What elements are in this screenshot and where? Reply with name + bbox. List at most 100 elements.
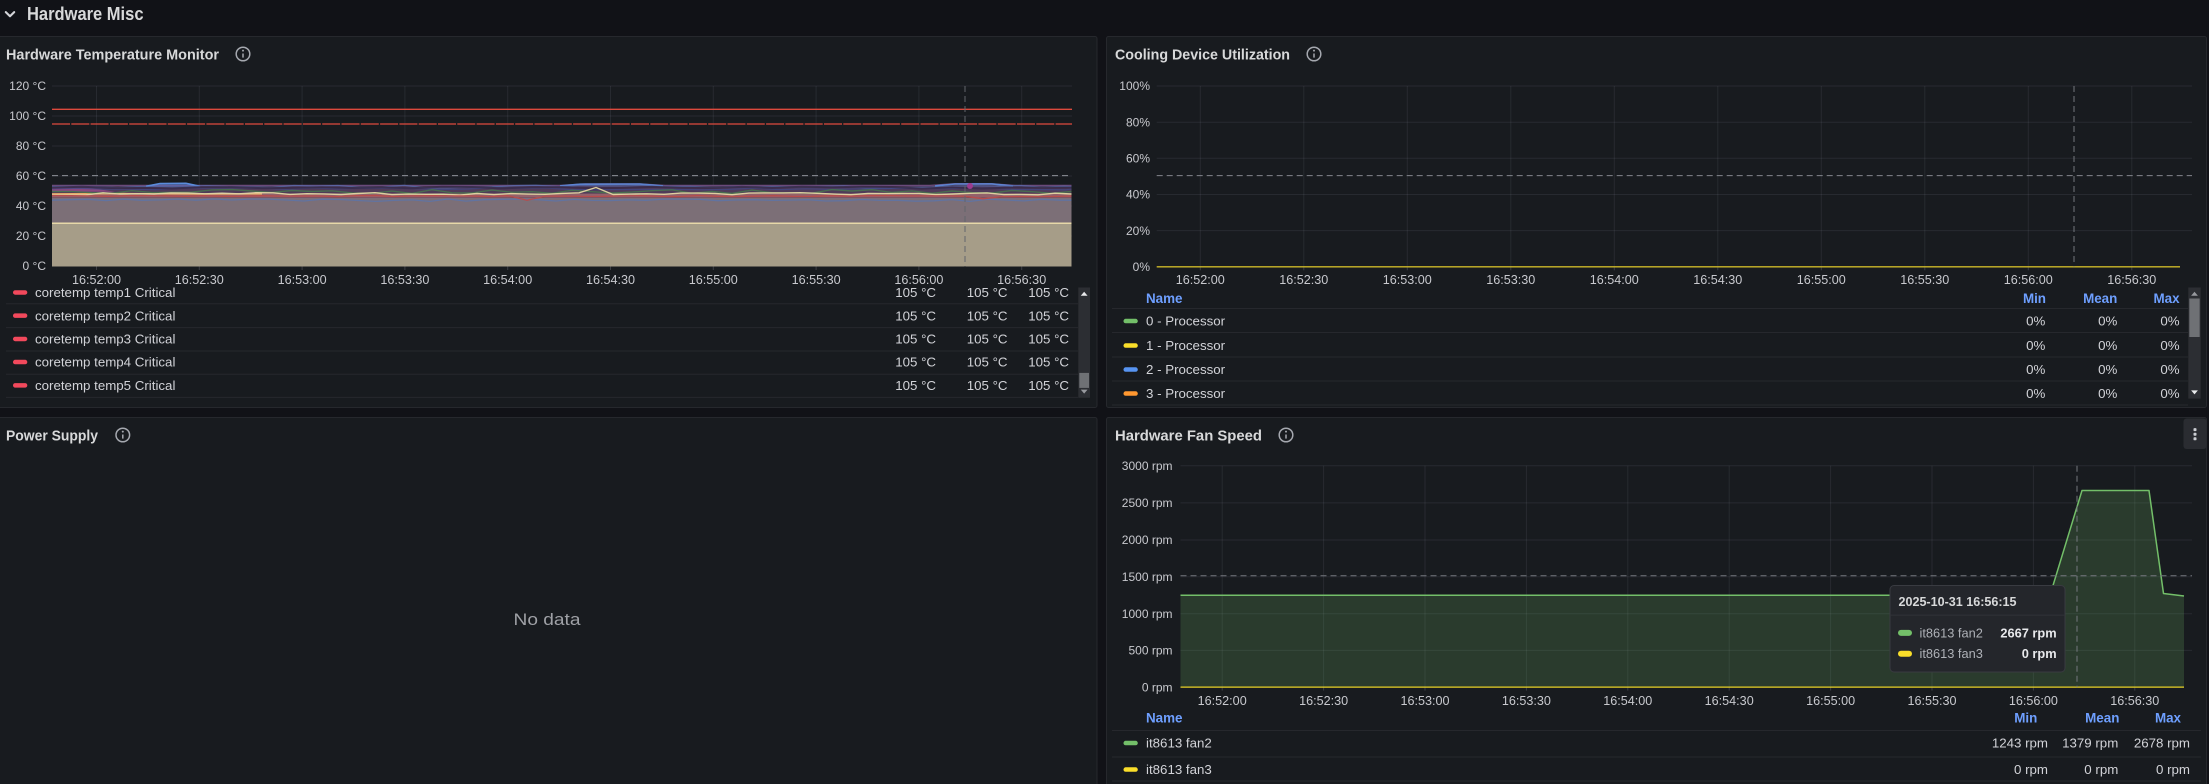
svg-text:2025-10-31 16:56:15: 2025-10-31 16:56:15: [1899, 594, 2017, 609]
svg-text:16:55:00: 16:55:00: [1806, 694, 1855, 708]
svg-text:16:55:30: 16:55:30: [792, 273, 841, 287]
svg-text:16:54:30: 16:54:30: [586, 273, 635, 287]
svg-text:Hardware Temperature Monitor: Hardware Temperature Monitor: [6, 47, 219, 64]
svg-text:16:54:30: 16:54:30: [1693, 273, 1742, 287]
svg-text:105 °C: 105 °C: [967, 355, 1008, 370]
svg-text:Hardware Misc: Hardware Misc: [27, 4, 144, 24]
svg-text:1500 rpm: 1500 rpm: [1122, 570, 1173, 584]
svg-text:16:53:30: 16:53:30: [1486, 273, 1535, 287]
svg-text:16:55:30: 16:55:30: [1900, 273, 1949, 287]
svg-text:105 °C: 105 °C: [967, 308, 1008, 323]
svg-text:coretemp temp5 Critical: coretemp temp5 Critical: [35, 378, 175, 393]
svg-text:0%: 0%: [2026, 314, 2045, 329]
svg-text:16:52:30: 16:52:30: [175, 273, 224, 287]
svg-text:coretemp temp3 Critical: coretemp temp3 Critical: [35, 332, 175, 347]
svg-text:100%: 100%: [1119, 79, 1150, 93]
svg-text:it8613 fan2: it8613 fan2: [1920, 625, 1983, 640]
svg-text:105 °C: 105 °C: [895, 355, 936, 370]
svg-text:20%: 20%: [1126, 224, 1150, 238]
svg-text:Mean: Mean: [2083, 291, 2117, 306]
svg-text:105 °C: 105 °C: [1028, 332, 1069, 347]
svg-text:16:56:30: 16:56:30: [2110, 694, 2159, 708]
svg-text:60%: 60%: [1126, 152, 1150, 166]
svg-text:16:52:00: 16:52:00: [1198, 694, 1247, 708]
svg-text:80%: 80%: [1126, 115, 1150, 129]
svg-text:105 °C: 105 °C: [967, 332, 1008, 347]
svg-text:0%: 0%: [1133, 260, 1151, 274]
svg-text:0%: 0%: [2098, 386, 2117, 401]
svg-text:Min: Min: [2014, 711, 2037, 726]
svg-text:500 rpm: 500 rpm: [1128, 644, 1172, 658]
svg-text:40 °C: 40 °C: [16, 199, 46, 213]
svg-text:105 °C: 105 °C: [1028, 355, 1069, 370]
svg-text:0 rpm: 0 rpm: [2084, 762, 2118, 777]
svg-text:16:54:00: 16:54:00: [1603, 694, 1652, 708]
svg-text:2678 rpm: 2678 rpm: [2134, 736, 2190, 751]
svg-text:Min: Min: [2023, 291, 2046, 306]
svg-text:16:53:30: 16:53:30: [1502, 694, 1551, 708]
svg-text:16:53:30: 16:53:30: [380, 273, 429, 287]
svg-text:Name: Name: [1146, 711, 1182, 726]
svg-text:3000 rpm: 3000 rpm: [1122, 459, 1173, 473]
svg-text:60 °C: 60 °C: [16, 169, 46, 183]
svg-text:20 °C: 20 °C: [16, 229, 46, 243]
svg-text:16:56:30: 16:56:30: [2107, 273, 2156, 287]
svg-text:Cooling Device Utilization: Cooling Device Utilization: [1115, 47, 1290, 64]
svg-text:16:52:00: 16:52:00: [1176, 273, 1225, 287]
svg-text:it8613 fan2: it8613 fan2: [1146, 736, 1212, 751]
svg-text:0 rpm: 0 rpm: [2156, 762, 2190, 777]
svg-text:Power Supply: Power Supply: [6, 428, 99, 445]
svg-text:105 °C: 105 °C: [895, 285, 936, 300]
svg-text:2000 rpm: 2000 rpm: [1122, 533, 1173, 547]
svg-text:40%: 40%: [1126, 188, 1150, 202]
svg-text:0%: 0%: [2026, 362, 2045, 377]
svg-text:16:53:00: 16:53:00: [1383, 273, 1432, 287]
svg-text:105 °C: 105 °C: [1028, 308, 1069, 323]
svg-text:Max: Max: [2155, 711, 2182, 726]
svg-text:105 °C: 105 °C: [967, 378, 1008, 393]
svg-text:0%: 0%: [2026, 338, 2045, 353]
svg-text:coretemp temp2 Critical: coretemp temp2 Critical: [35, 308, 175, 323]
svg-text:Name: Name: [1146, 291, 1182, 306]
svg-text:0%: 0%: [2160, 338, 2179, 353]
svg-text:1000 rpm: 1000 rpm: [1122, 607, 1173, 621]
svg-text:80 °C: 80 °C: [16, 139, 46, 153]
svg-text:100 °C: 100 °C: [9, 109, 46, 123]
svg-text:2500 rpm: 2500 rpm: [1122, 496, 1173, 510]
svg-text:coretemp temp1 Critical: coretemp temp1 Critical: [35, 285, 175, 300]
svg-text:3 - Processor: 3 - Processor: [1146, 386, 1226, 401]
svg-text:it8613 fan3: it8613 fan3: [1146, 762, 1212, 777]
svg-text:0 rpm: 0 rpm: [2022, 646, 2057, 661]
svg-text:1243 rpm: 1243 rpm: [1992, 736, 2048, 751]
svg-text:16:53:00: 16:53:00: [1400, 694, 1449, 708]
svg-text:16:54:00: 16:54:00: [1590, 273, 1639, 287]
svg-text:16:52:30: 16:52:30: [1299, 694, 1348, 708]
svg-text:0%: 0%: [2026, 386, 2045, 401]
svg-text:0%: 0%: [2098, 338, 2117, 353]
svg-text:16:56:00: 16:56:00: [2004, 273, 2053, 287]
svg-text:105 °C: 105 °C: [895, 308, 936, 323]
svg-text:105 °C: 105 °C: [967, 285, 1008, 300]
svg-text:105 °C: 105 °C: [1028, 378, 1069, 393]
svg-text:coretemp temp4 Critical: coretemp temp4 Critical: [35, 355, 175, 370]
svg-text:0%: 0%: [2098, 362, 2117, 377]
svg-text:0 rpm: 0 rpm: [2014, 762, 2048, 777]
svg-text:0%: 0%: [2160, 386, 2179, 401]
svg-text:1 - Processor: 1 - Processor: [1146, 338, 1226, 353]
svg-text:0 °C: 0 °C: [23, 259, 47, 273]
svg-text:16:55:00: 16:55:00: [1797, 273, 1846, 287]
svg-text:it8613 fan3: it8613 fan3: [1920, 646, 1983, 661]
svg-text:16:54:30: 16:54:30: [1705, 694, 1754, 708]
svg-text:16:55:30: 16:55:30: [1907, 694, 1956, 708]
svg-text:0 - Processor: 0 - Processor: [1146, 314, 1226, 329]
svg-text:Max: Max: [2154, 291, 2181, 306]
svg-text:1379 rpm: 1379 rpm: [2062, 736, 2118, 751]
svg-text:105 °C: 105 °C: [895, 332, 936, 347]
svg-text:0%: 0%: [2160, 314, 2179, 329]
svg-text:2667 rpm: 2667 rpm: [2000, 625, 2056, 640]
svg-text:Hardware Fan Speed: Hardware Fan Speed: [1115, 428, 1262, 445]
svg-text:105 °C: 105 °C: [895, 378, 936, 393]
svg-text:16:53:00: 16:53:00: [278, 273, 327, 287]
svg-text:16:54:00: 16:54:00: [483, 273, 532, 287]
svg-text:16:55:00: 16:55:00: [689, 273, 738, 287]
